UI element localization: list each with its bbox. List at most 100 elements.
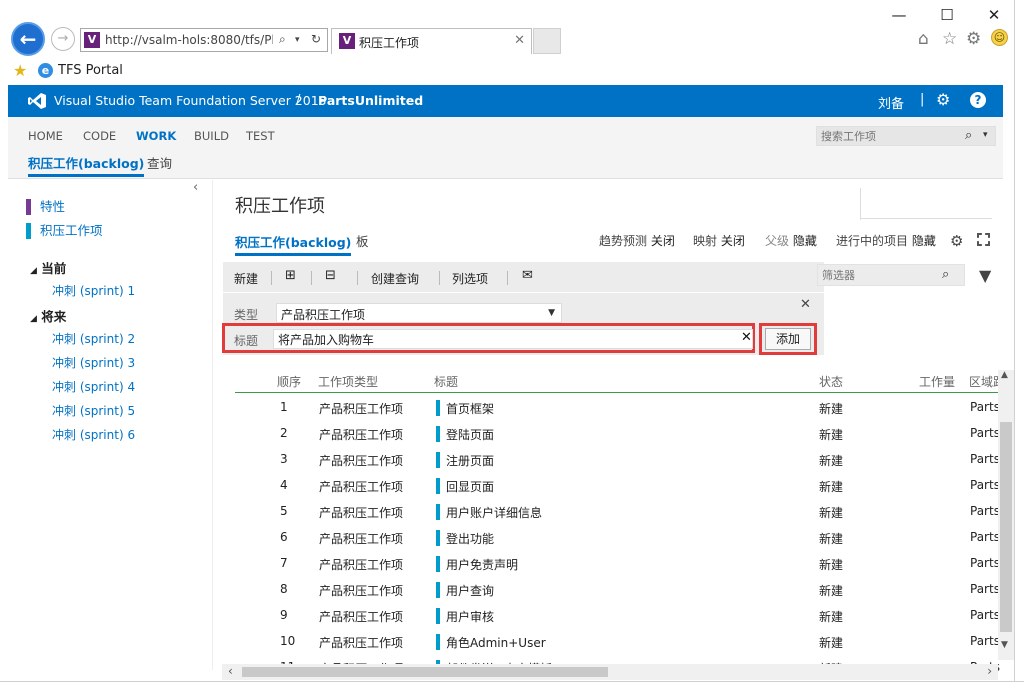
table-row[interactable]: 7 产品积压工作项 用户免责声明 新建 PartsUnlimited: [235, 551, 1004, 577]
cell-title[interactable]: 注册页面: [436, 452, 494, 469]
expand-icon[interactable]: ⊞: [285, 268, 296, 283]
table-row[interactable]: 6 产品积压工作项 登出功能 新建 PartsUnlimited: [235, 525, 1004, 551]
filter-input[interactable]: [822, 268, 932, 282]
settings-gear-icon[interactable]: ⚙: [936, 90, 950, 109]
product-name[interactable]: Visual Studio Team Foundation Server 201…: [54, 93, 327, 108]
title-text[interactable]: 登陆页面: [446, 428, 494, 442]
minimize-button[interactable]: —: [885, 4, 913, 26]
collapse-icon[interactable]: ⊟: [325, 268, 336, 283]
table-row[interactable]: 4 产品积压工作项 回显页面 新建 PartsUnlimited: [235, 473, 1004, 499]
table-row[interactable]: 10 产品积压工作项 角色Admin+User 新建 PartsUnlimited: [235, 629, 1004, 655]
maximize-button[interactable]: ☐: [933, 4, 961, 26]
table-row[interactable]: 5 产品积压工作项 用户账户详细信息 新建 PartsUnlimited: [235, 499, 1004, 525]
scroll-down-icon[interactable]: ▼: [1001, 640, 1008, 650]
browser-tab-active[interactable]: V 积压工作项 ✕: [331, 28, 532, 54]
table-row[interactable]: 9 产品积压工作项 用户审核 新建 PartsUnlimited: [235, 603, 1004, 629]
tab-backlog[interactable]: 积压工作(backlog): [28, 153, 145, 177]
work-item-type-select[interactable]: 产品积压工作项 ▼: [276, 303, 562, 323]
option-mapping[interactable]: 映射 关闭: [693, 232, 745, 249]
pivot-backlog[interactable]: 积压工作(backlog): [235, 232, 352, 256]
tab-queries[interactable]: 查询: [147, 153, 172, 172]
chevron-down-icon[interactable]: ▾: [983, 130, 988, 140]
gear-icon[interactable]: ⚙: [966, 29, 981, 49]
settings-gear-icon[interactable]: ⚙: [950, 232, 963, 250]
create-query-button[interactable]: 创建查询: [371, 270, 419, 287]
pivot-board[interactable]: 板: [356, 231, 369, 250]
sprint-link[interactable]: 冲刺 (sprint) 4: [52, 378, 135, 395]
forward-arrow-icon[interactable]: →: [51, 27, 75, 51]
address-bar[interactable]: V http://vsalm-hols:8080/tfs/Ph ⌕ ▾ ↻: [80, 28, 328, 52]
close-window-button[interactable]: ✕: [980, 4, 1008, 26]
title-text[interactable]: 用户审核: [446, 610, 494, 624]
cell-title[interactable]: 用户审核: [436, 608, 494, 625]
cell-title[interactable]: 用户账户详细信息: [436, 504, 542, 521]
cell-title[interactable]: 登陆页面: [436, 426, 494, 443]
feedback-smiley-icon[interactable]: ☺: [991, 29, 1008, 46]
option-parents[interactable]: 父级 隐藏: [765, 232, 817, 249]
search-input[interactable]: [821, 129, 961, 143]
scroll-thumb[interactable]: [242, 667, 608, 677]
search-icon[interactable]: ⌕: [279, 32, 286, 47]
filter-box[interactable]: ⌕: [817, 264, 965, 286]
home-icon[interactable]: ⌂: [918, 29, 929, 49]
title-text[interactable]: 注册页面: [446, 454, 494, 468]
tab-close-icon[interactable]: ✕: [514, 33, 525, 48]
search-icon[interactable]: ⌕: [965, 128, 972, 143]
close-icon[interactable]: ✕: [800, 297, 811, 312]
table-row[interactable]: 3 产品积压工作项 注册页面 新建 PartsUnlimited: [235, 447, 1004, 473]
sprint-link[interactable]: 冲刺 (sprint) 3: [52, 354, 135, 371]
cell-title[interactable]: 回显页面: [436, 478, 494, 495]
column-header-order[interactable]: 顺序: [277, 373, 301, 390]
title-text[interactable]: 角色Admin+User: [446, 636, 546, 650]
column-header-state[interactable]: 状态: [819, 373, 843, 390]
title-text[interactable]: 回显页面: [446, 480, 494, 494]
column-header-type[interactable]: 工作项类型: [318, 373, 378, 390]
user-name[interactable]: 刘备: [878, 93, 904, 112]
title-text[interactable]: 登出功能: [446, 532, 494, 546]
refresh-icon[interactable]: ↻: [311, 32, 321, 46]
option-forecast[interactable]: 趋势预测 关闭: [599, 232, 675, 249]
favorites-star-icon[interactable]: ☆: [942, 29, 957, 49]
scroll-right-icon[interactable]: ›: [987, 664, 992, 678]
table-row[interactable]: 2 产品积压工作项 登陆页面 新建 PartsUnlimited: [235, 421, 1004, 447]
sprint-link[interactable]: 冲刺 (sprint) 2: [52, 330, 135, 347]
scroll-thumb[interactable]: [1000, 422, 1012, 632]
back-arrow-icon[interactable]: ←: [11, 22, 45, 56]
sprint-link[interactable]: 冲刺 (sprint) 6: [52, 426, 135, 443]
sprint-link[interactable]: 冲刺 (sprint) 5: [52, 402, 135, 419]
vertical-scrollbar[interactable]: ▲ ▼: [998, 370, 1014, 660]
horizontal-scrollbar[interactable]: ‹ ›: [222, 664, 998, 680]
column-header-title[interactable]: 标题: [434, 373, 458, 390]
new-tab-button[interactable]: [533, 28, 561, 54]
hub-build[interactable]: BUILD: [194, 129, 229, 143]
iteration-group-current[interactable]: ◢ 当前: [30, 258, 66, 277]
hub-code[interactable]: CODE: [83, 129, 116, 143]
cell-title[interactable]: 用户免责声明: [436, 556, 518, 573]
title-text[interactable]: 用户查询: [446, 584, 494, 598]
hub-work[interactable]: WORK: [136, 129, 176, 143]
table-row[interactable]: 8 产品积压工作项 用户查询 新建 PartsUnlimited: [235, 577, 1004, 603]
title-input[interactable]: [273, 329, 753, 349]
work-item-search[interactable]: ⌕ ▾: [816, 126, 996, 146]
collapse-pane-icon[interactable]: ‹: [193, 180, 198, 195]
hub-home[interactable]: HOME: [28, 129, 63, 143]
title-text[interactable]: 用户账户详细信息: [446, 506, 542, 520]
title-text[interactable]: 用户免责声明: [446, 558, 518, 572]
chevron-down-icon[interactable]: ▼: [548, 308, 555, 318]
scroll-up-icon[interactable]: ▲: [1001, 370, 1008, 380]
cell-title[interactable]: 用户查询: [436, 582, 494, 599]
column-header-effort[interactable]: 工作量: [919, 373, 955, 390]
email-icon[interactable]: ✉: [522, 268, 533, 283]
cell-title[interactable]: 角色Admin+User: [436, 634, 546, 651]
new-item-button[interactable]: 新建: [234, 270, 258, 287]
iteration-group-future[interactable]: ◢ 将来: [30, 306, 66, 325]
help-icon[interactable]: ?: [970, 92, 986, 108]
add-favorite-icon[interactable]: ★: [13, 61, 27, 80]
search-icon[interactable]: ⌕: [942, 267, 949, 282]
cell-title[interactable]: 首页框架: [436, 400, 494, 417]
filter-funnel-icon[interactable]: ▼: [979, 266, 991, 285]
title-text[interactable]: 首页框架: [446, 402, 494, 416]
dropdown-icon[interactable]: ▾: [295, 35, 300, 45]
add-button[interactable]: 添加: [765, 328, 811, 350]
option-in-progress[interactable]: 进行中的项目 隐藏: [836, 232, 936, 249]
